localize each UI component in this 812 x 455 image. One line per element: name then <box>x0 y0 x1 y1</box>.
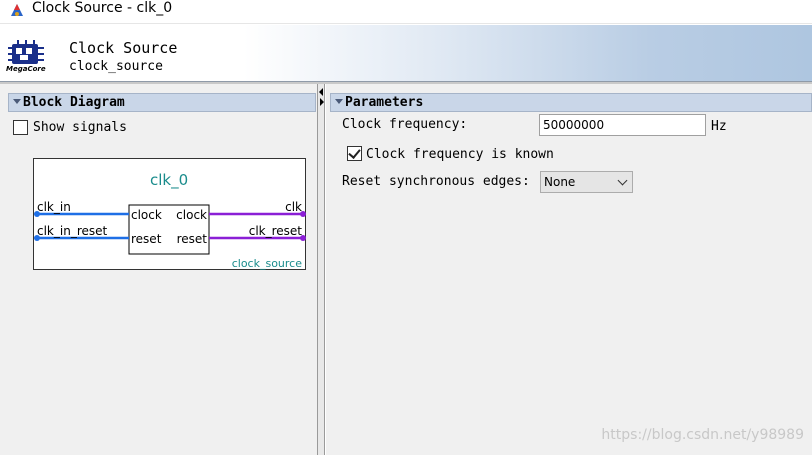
clk-in-reset-label: clk_in_reset <box>37 224 108 238</box>
watermark: https://blog.csdn.net/y98989 <box>601 427 804 443</box>
logo-text: MegaCore <box>6 65 46 73</box>
header-title: Clock Source <box>69 39 178 57</box>
collapse-triangle-icon[interactable] <box>13 99 21 104</box>
clock-frequency-label: Clock frequency: <box>342 117 468 132</box>
block-diagram-section-header[interactable]: Block Diagram <box>8 93 316 112</box>
reset-edges-value: None <box>544 175 576 189</box>
reset-edges-label: Reset synchronous edges: <box>342 174 530 189</box>
clk-reset-label: clk_reset <box>249 224 303 238</box>
clock-input-port: clock <box>131 208 162 222</box>
clock-frequency-input[interactable]: 50000000 <box>539 114 706 136</box>
collapse-right-icon[interactable] <box>320 98 324 106</box>
parameters-title: Parameters <box>345 95 424 110</box>
header-subtitle: clock_source <box>69 59 163 74</box>
instance-name: clk_0 <box>150 171 188 190</box>
collapse-left-icon[interactable] <box>319 88 323 96</box>
parameters-section-header[interactable]: Parameters <box>330 93 812 112</box>
reset-edges-select[interactable]: None <box>540 171 633 193</box>
window-title: Clock Source - clk_0 <box>32 0 173 16</box>
clock-known-label: Clock frequency is known <box>366 147 554 162</box>
clock-known-checkbox[interactable] <box>347 146 362 161</box>
reset-output-port: reset <box>177 232 208 246</box>
quartus-icon <box>11 4 23 16</box>
title-bar: Clock Source - clk_0 <box>0 0 812 24</box>
block-diagram-canvas: clk_0 clk_in clk_in_reset clock reset cl… <box>34 171 306 270</box>
chevron-down-icon[interactable] <box>617 175 628 186</box>
reset-input-port: reset <box>131 232 162 246</box>
block-diagram: clk_0 clk_in clk_in_reset clock reset cl… <box>33 158 306 270</box>
parameters-panel <box>326 84 812 455</box>
component-name: clock_source <box>232 257 303 270</box>
component-header: MegaCore Clock Source clock_source <box>0 25 812 82</box>
clk-in-label: clk_in <box>37 200 71 214</box>
panel-splitter[interactable] <box>318 84 325 455</box>
show-signals-label: Show signals <box>33 120 127 135</box>
clock-frequency-unit: Hz <box>711 119 727 134</box>
show-signals-checkbox[interactable] <box>13 120 28 135</box>
collapse-triangle-icon[interactable] <box>335 99 343 104</box>
clk-label: clk <box>285 200 302 214</box>
block-diagram-title: Block Diagram <box>23 95 125 110</box>
clock-output-port: clock <box>176 208 207 222</box>
